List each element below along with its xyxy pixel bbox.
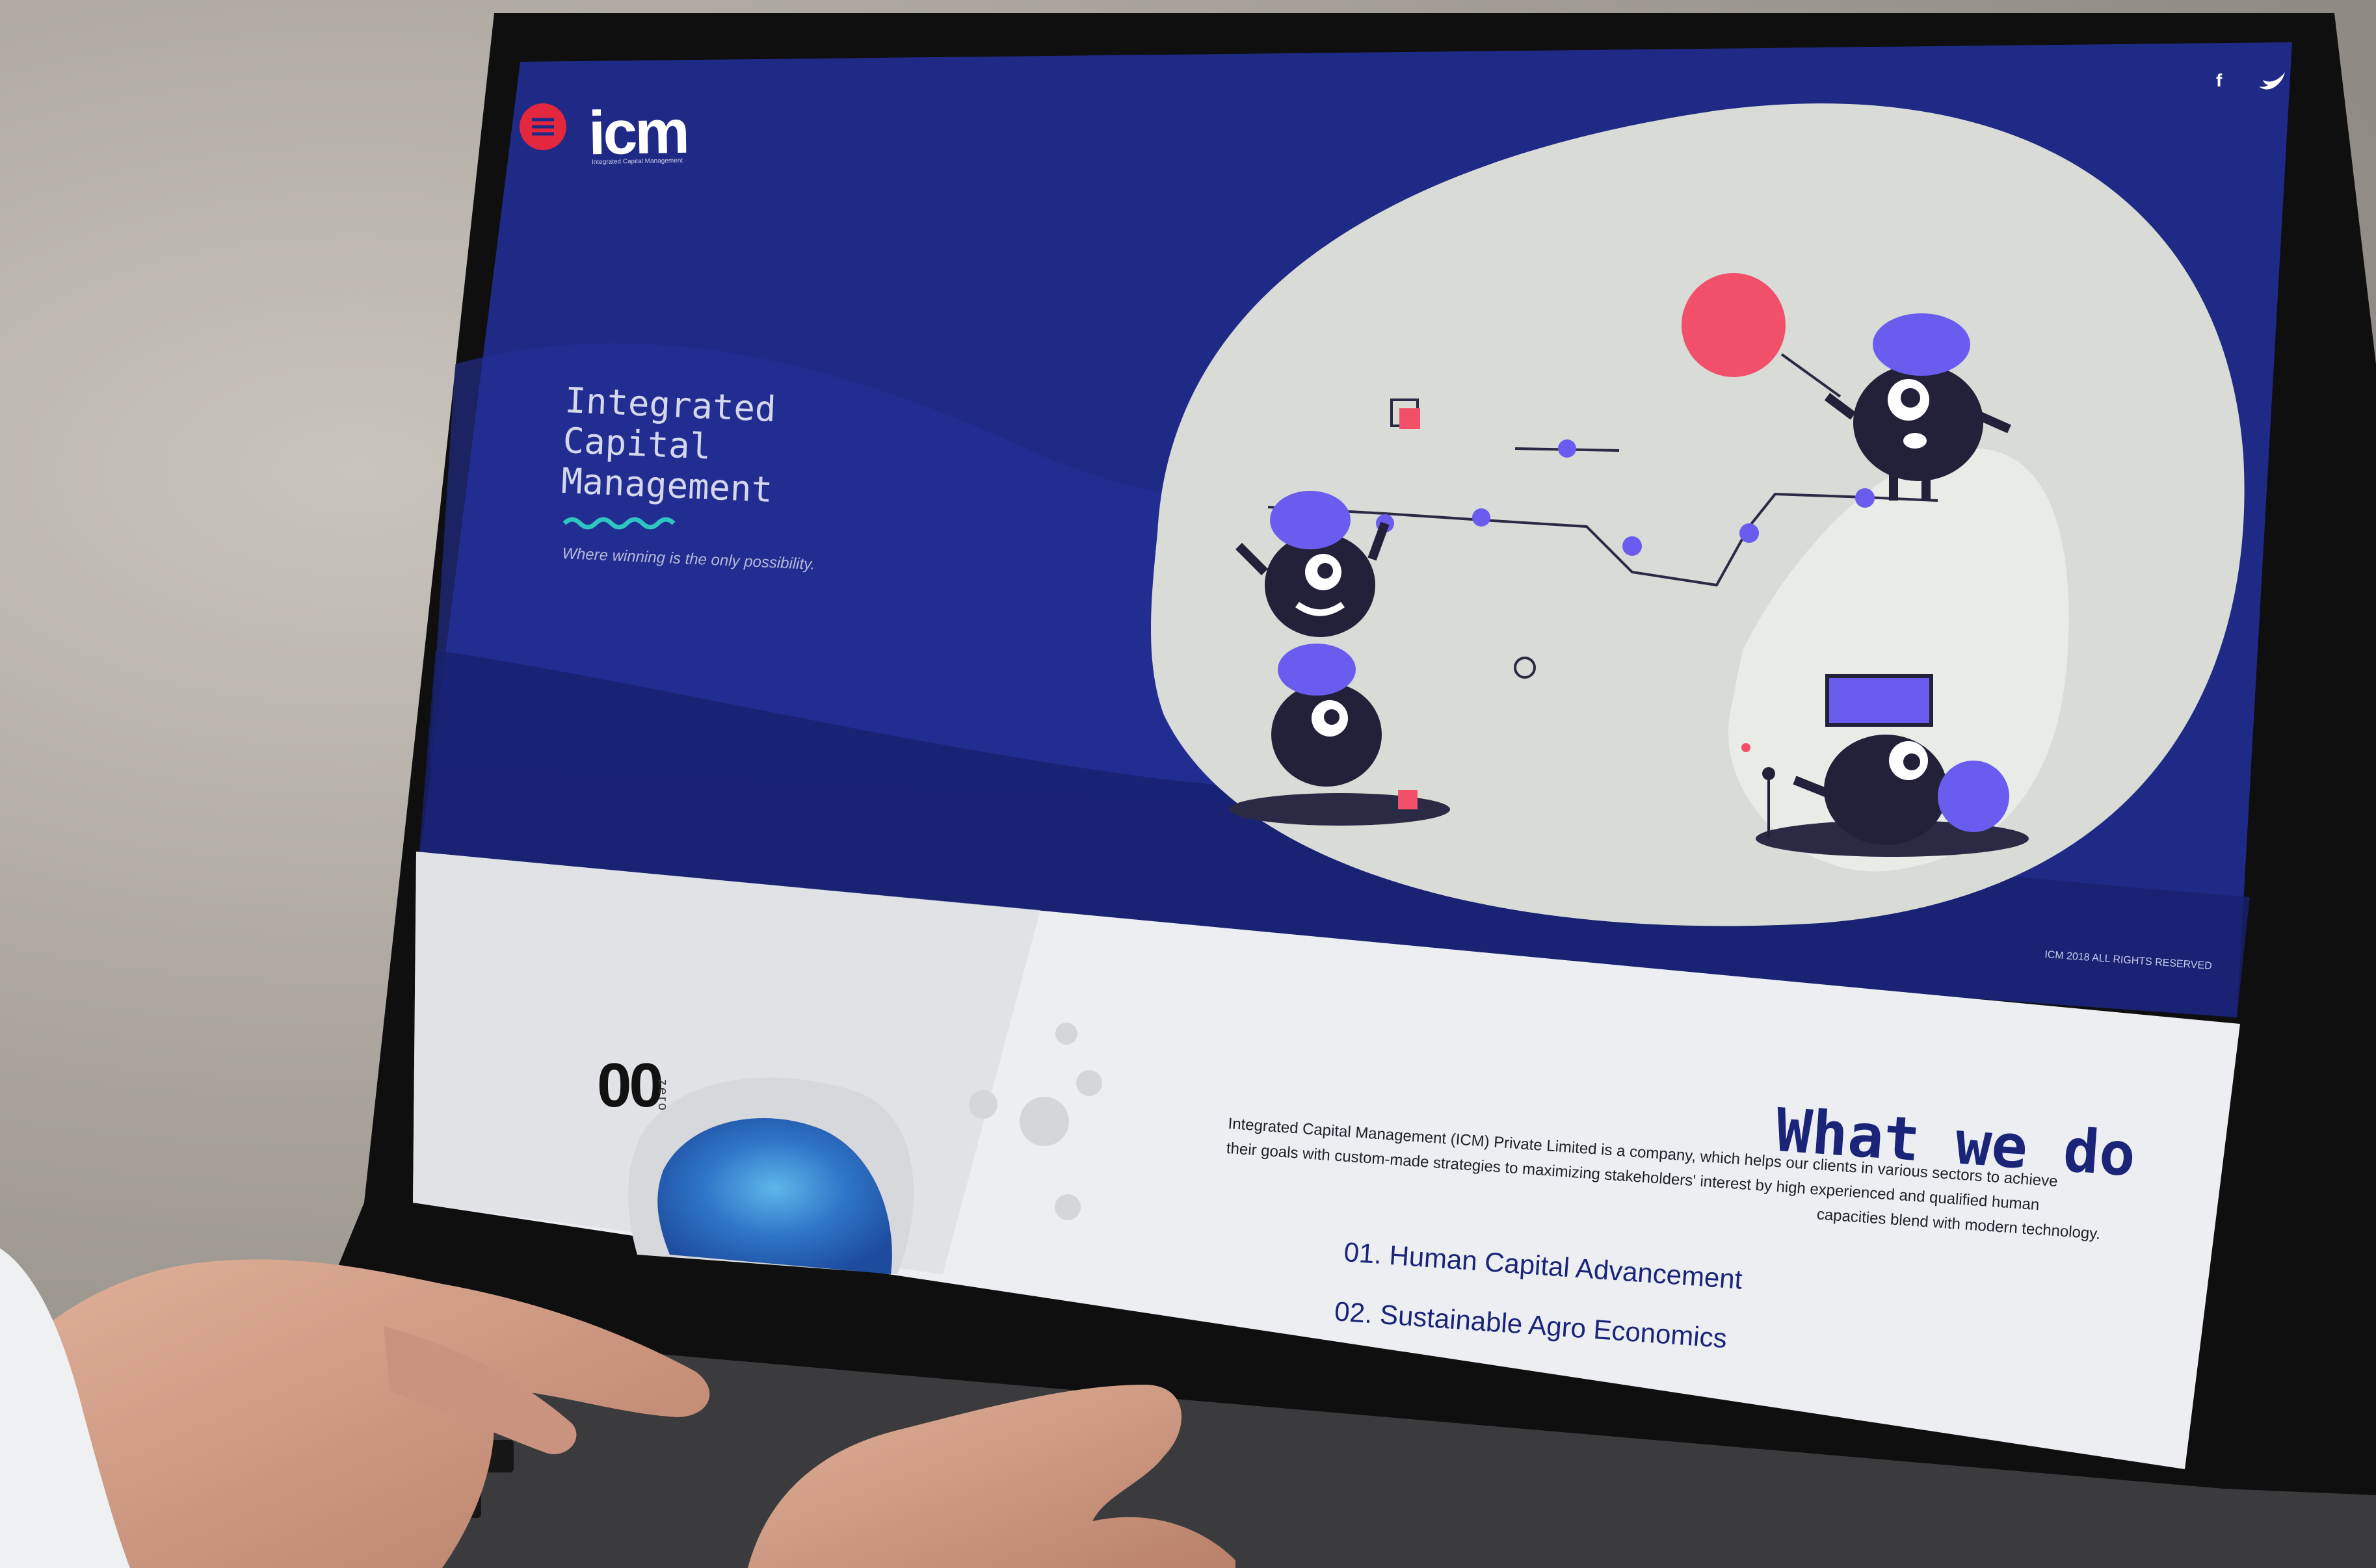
- photo-scene: [0, 13, 2376, 1568]
- illustration-square-red: [1399, 408, 1420, 429]
- section-number: 00: [597, 1051, 664, 1120]
- facebook-icon: f: [2216, 70, 2223, 90]
- hero-title: Integrated Capital Management: [561, 380, 777, 510]
- section-number-word: zero: [655, 1079, 670, 1112]
- social-facebook-link[interactable]: f: [2216, 70, 2222, 91]
- balloon: [1682, 273, 1786, 377]
